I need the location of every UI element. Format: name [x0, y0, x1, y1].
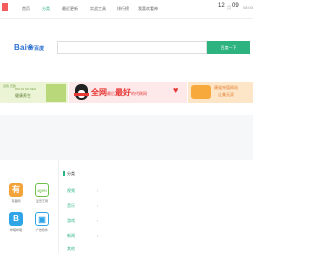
search-button[interactable]: 百度一下	[207, 41, 250, 54]
banner-recharge-line2: 让美无双	[218, 92, 234, 97]
banner-health-tag: 自我 无敌	[3, 84, 16, 88]
app-item[interactable]: 有 有趣网	[4, 183, 28, 203]
category-item[interactable]: 音乐	[67, 203, 75, 209]
nav-item-home[interactable]: 首页	[22, 6, 30, 11]
section-marker	[63, 171, 65, 176]
banner-health[interactable]: 自我 无敌 DM-19 NZ NEO 健康养生	[0, 82, 68, 103]
banner-shuawang-text: 全网最后最好的代刷网	[91, 88, 147, 97]
paw-icon: ❀	[27, 43, 34, 52]
app-label: 广告软件	[35, 228, 48, 232]
app-item[interactable]: iQIYI 爱奇艺网	[30, 183, 54, 203]
app-item[interactable]: ▣ 广告软件	[30, 212, 54, 232]
app-icon: ▣	[35, 212, 49, 226]
site-logo[interactable]	[2, 3, 8, 11]
nav-item-favorite[interactable]: 我喜欢看神	[138, 6, 158, 11]
top-nav-bar: 首页 分类 最近更新 实战工具 排行榜 我喜欢看神 12 月 09 08:03	[0, 0, 253, 19]
chevron-right-icon: ›	[97, 218, 99, 223]
app-grid-panel: 有 有趣网 iQIYI 爱奇艺网 B 哔哩哔哩 ▣ 广告软件	[0, 160, 58, 253]
banner-recharge-image	[191, 85, 211, 99]
banner-health-image	[46, 84, 66, 102]
date-separator: 月	[227, 5, 231, 10]
banner-shuawang[interactable]: 全网最后最好的代刷网 ♥	[69, 82, 187, 103]
date-day: 12	[218, 3, 225, 9]
chevron-right-icon: ›	[97, 203, 99, 208]
category-panel: 分类 视频 › 音乐 › 游戏 › 新闻 › 其他	[59, 160, 253, 253]
category-item[interactable]: 新闻	[67, 233, 75, 239]
penguin-scarf	[74, 93, 89, 96]
penguin-icon	[75, 84, 88, 100]
category-item[interactable]: 其他	[67, 246, 75, 252]
brand-text: Bai	[14, 43, 28, 52]
content-separator-band	[0, 115, 253, 160]
brand-suffix: 百度	[33, 46, 45, 52]
category-item[interactable]: 游戏	[67, 218, 75, 224]
search-input[interactable]	[57, 41, 207, 54]
banner-health-line2: 健康养生	[15, 93, 31, 98]
category-title: 分类	[67, 171, 75, 176]
banner-recharge-line1: 康道充值网站	[214, 85, 238, 90]
heart-icon: ♥	[173, 85, 179, 95]
app-item[interactable]: B 哔哩哔哩	[4, 212, 28, 232]
app-label: 有趣网	[11, 199, 21, 203]
nav-item-category[interactable]: 分类	[42, 6, 50, 11]
nav-item-ranking[interactable]: 排行榜	[117, 6, 129, 11]
app-icon: 有	[9, 183, 23, 197]
app-label: 哔哩哔哩	[9, 228, 22, 232]
baidu-logo: Bai❀百度	[14, 43, 44, 52]
category-item[interactable]: 视频	[67, 188, 75, 194]
chevron-right-icon: ›	[97, 188, 99, 193]
date-month: 09	[232, 3, 239, 9]
app-label: 爱奇艺网	[35, 199, 48, 203]
nav-item-tools[interactable]: 实战工具	[90, 6, 106, 11]
chevron-right-icon: ›	[97, 233, 99, 238]
app-icon: B	[9, 212, 23, 226]
date-extra: 08:03	[243, 5, 254, 10]
app-icon: iQIYI	[35, 183, 49, 197]
nav-item-recent[interactable]: 最近更新	[62, 6, 78, 11]
banner-recharge[interactable]: 康道充值网站 让美无双	[188, 82, 253, 103]
banner-health-line1: DM-19 NZ NEO	[15, 87, 37, 91]
